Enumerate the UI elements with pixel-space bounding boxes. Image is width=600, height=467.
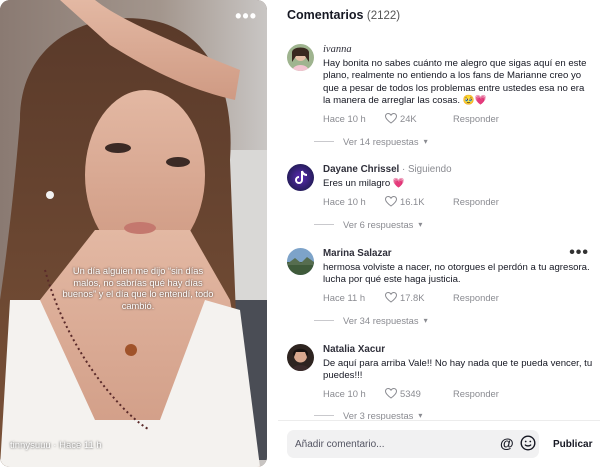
view-replies-button[interactable]: Ver 34 respuestas ▾ — [314, 315, 428, 326]
avatar[interactable] — [287, 44, 314, 71]
divider-line — [314, 141, 334, 142]
view-replies-button[interactable]: Ver 6 respuestas ▾ — [314, 219, 422, 230]
video-more-icon[interactable]: ••• — [235, 6, 257, 27]
view-replies-label: Ver 34 respuestas — [343, 315, 419, 326]
view-replies-button[interactable]: Ver 14 respuestas ▾ — [314, 136, 428, 147]
comment-username[interactable]: Natalia Xacur — [323, 344, 593, 356]
emoji-icon[interactable] — [520, 435, 536, 451]
chevron-down-icon: ▾ — [418, 411, 423, 420]
heart-icon — [385, 113, 397, 124]
view-replies-label: Ver 14 respuestas — [343, 136, 419, 147]
like-button[interactable]: 5349 — [385, 388, 453, 399]
comment-username-row: Dayane Chrissel · Siguiendo — [323, 164, 593, 176]
comment-input-bar: @ Publicar — [278, 420, 600, 467]
comment-more-icon[interactable]: ••• — [569, 244, 589, 262]
comment-text: De aquí para arriba Vale!! No hay nada q… — [323, 358, 593, 382]
divider-line — [314, 224, 334, 225]
chevron-down-icon: ▾ — [418, 220, 423, 229]
heart-icon — [385, 292, 397, 303]
chevron-down-icon: ▾ — [423, 137, 428, 146]
comments-title: Comentarios — [287, 8, 364, 22]
comment-text: Eres un milagro 💗 — [323, 178, 405, 189]
like-button[interactable]: 16.1K — [385, 195, 453, 207]
comment-time: Hace 10 h — [323, 388, 366, 400]
comment-input-box[interactable]: @ — [287, 430, 539, 458]
comment-time: Hace 11 h — [323, 292, 366, 304]
avatar[interactable] — [287, 164, 314, 191]
comment-username[interactable]: ivanna — [323, 44, 593, 56]
tiktok-post-view: ••• Un día alguien me dijo “sin días mal… — [0, 0, 600, 467]
comment-time: Hace 10 h — [323, 195, 366, 207]
comments-header: Comentarios (2122) — [287, 8, 400, 22]
divider-line — [314, 320, 334, 321]
reply-button[interactable]: Responder — [453, 292, 499, 303]
like-button[interactable]: 17.8K — [385, 292, 453, 303]
like-count: 24K — [400, 113, 417, 125]
reply-button[interactable]: Responder — [453, 388, 499, 399]
chevron-down-icon: ▾ — [423, 316, 428, 325]
comments-panel: Comentarios (2122) ivanna Hay bonita no … — [278, 0, 600, 467]
avatar[interactable] — [287, 248, 314, 275]
video-author-time: tinnysuuu · Hace 11 h — [10, 440, 102, 451]
mention-icon[interactable]: @ — [500, 435, 514, 451]
video-player[interactable]: ••• Un día alguien me dijo “sin días mal… — [0, 0, 267, 467]
like-count: 5349 — [400, 388, 421, 400]
reply-button[interactable]: Responder — [453, 113, 499, 124]
video-frame — [0, 0, 267, 467]
divider-line — [314, 415, 334, 416]
heart-icon — [385, 195, 397, 207]
comment-input[interactable] — [295, 430, 485, 458]
heart-icon — [385, 388, 397, 399]
comment-username[interactable]: Marina Salazar — [323, 248, 593, 260]
reply-button[interactable]: Responder — [453, 196, 499, 207]
comment-username[interactable]: Dayane Chrissel — [323, 164, 399, 175]
comment-text: hermosa volviste a nacer, no otorgues el… — [323, 262, 590, 286]
view-replies-label: Ver 6 respuestas — [343, 219, 414, 230]
publish-button[interactable]: Publicar — [553, 439, 592, 450]
like-button[interactable]: 24K — [385, 113, 453, 124]
following-badge: · Siguiendo — [399, 164, 452, 175]
like-count: 16.1K — [400, 195, 425, 207]
avatar[interactable] — [287, 344, 314, 371]
comment-time: Hace 10 h — [323, 113, 366, 125]
comments-count: (2122) — [366, 10, 401, 22]
comment-text: Hay bonita no sabes cuánto me alegro que… — [323, 58, 587, 107]
video-caption: Un día alguien me dijo “sin días malos, … — [62, 266, 214, 311]
like-count: 17.8K — [400, 292, 425, 304]
